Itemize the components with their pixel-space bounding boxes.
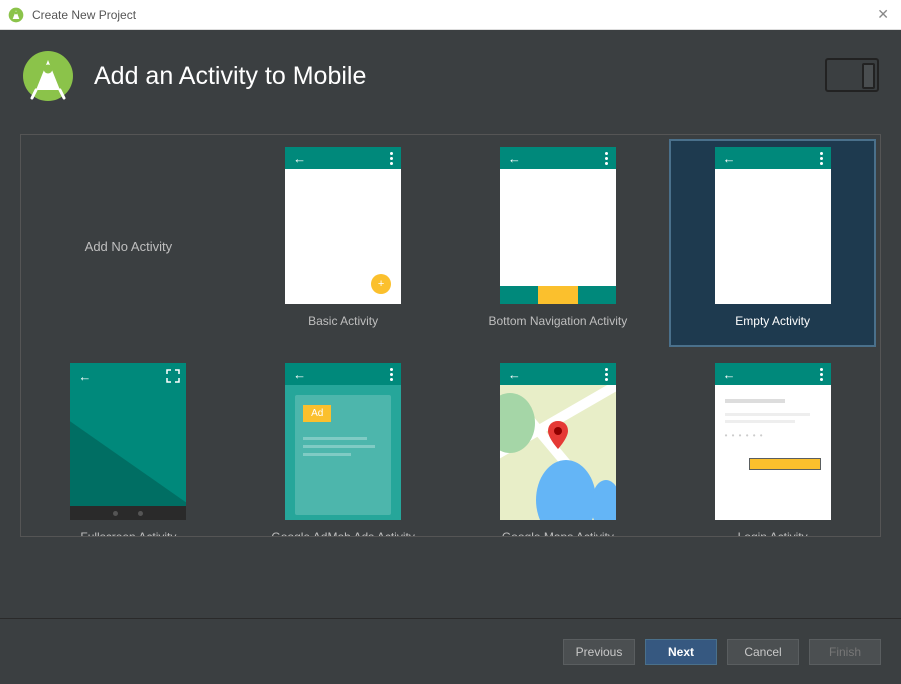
android-studio-logo-icon xyxy=(22,50,74,102)
template-empty-activity[interactable]: ← Empty Activity xyxy=(669,139,876,347)
back-arrow-icon: ← xyxy=(78,369,91,384)
template-label: Bottom Navigation Activity xyxy=(489,314,628,328)
template-bottom-navigation-activity[interactable]: ← Bottom Navigation Activity xyxy=(455,139,662,347)
cancel-button[interactable]: Cancel xyxy=(727,639,799,665)
next-button[interactable]: Next xyxy=(645,639,717,665)
ad-badge: Ad xyxy=(303,405,331,422)
template-label: Fullscreen Activity xyxy=(80,530,176,536)
login-button-preview xyxy=(749,458,821,470)
page-title: Add an Activity to Mobile xyxy=(94,62,366,91)
back-arrow-icon: ← xyxy=(293,367,306,382)
template-label: Login Activity xyxy=(738,530,808,536)
template-add-no-activity[interactable]: Add No Activity xyxy=(25,139,232,347)
back-arrow-icon: ← xyxy=(508,151,521,166)
template-maps-activity[interactable]: ← Google Maps Activity xyxy=(455,355,662,536)
template-thumb: ← xyxy=(500,147,616,304)
map-pin-icon xyxy=(548,421,568,449)
back-arrow-icon: ← xyxy=(508,367,521,382)
more-icon xyxy=(605,152,608,165)
fullscreen-icon xyxy=(166,369,180,383)
template-thumb: ← xyxy=(500,363,616,520)
more-icon xyxy=(390,368,393,381)
template-label: Basic Activity xyxy=(308,314,378,328)
back-arrow-icon: ← xyxy=(723,367,736,382)
android-studio-icon xyxy=(8,7,24,23)
template-thumb: ← + xyxy=(285,147,401,304)
template-label: Google Maps Activity xyxy=(502,530,614,536)
previous-button[interactable]: Previous xyxy=(563,639,635,665)
back-arrow-icon: ← xyxy=(293,151,306,166)
window-title: Create New Project xyxy=(32,8,136,22)
device-icon xyxy=(825,58,879,94)
template-label: Google AdMob Ads Activity xyxy=(271,530,414,536)
template-basic-activity[interactable]: ← + Basic Activity xyxy=(240,139,447,347)
wizard-header: Add an Activity to Mobile xyxy=(0,30,901,122)
more-icon xyxy=(820,152,823,165)
template-gallery-frame: Add No Activity ← + Basic Activity ← Bot… xyxy=(20,134,881,537)
back-arrow-icon: ← xyxy=(723,151,736,166)
template-thumb: ← • • • • • • xyxy=(715,363,831,520)
fab-icon: + xyxy=(371,274,391,294)
wizard-footer: Previous Next Cancel Finish xyxy=(0,618,901,684)
more-icon xyxy=(390,152,393,165)
template-fullscreen-activity[interactable]: ← Fullscreen Activity xyxy=(25,355,232,536)
template-login-activity[interactable]: ← • • • • • • Login Activity xyxy=(669,355,876,536)
more-icon xyxy=(605,368,608,381)
template-thumb: ← Ad xyxy=(285,363,401,520)
close-icon[interactable]: ✕ xyxy=(877,6,889,23)
template-label: Empty Activity xyxy=(735,314,810,328)
finish-button: Finish xyxy=(809,639,881,665)
template-label: Add No Activity xyxy=(85,239,172,254)
template-thumb: ← xyxy=(715,147,831,304)
template-admob-activity[interactable]: ← Ad Google AdMob Ads Activity xyxy=(240,355,447,536)
content-area: Add No Activity ← + Basic Activity ← Bot… xyxy=(0,122,901,618)
template-gallery[interactable]: Add No Activity ← + Basic Activity ← Bot… xyxy=(21,135,880,536)
title-bar: Create New Project ✕ xyxy=(0,0,901,30)
template-thumb: ← xyxy=(70,363,186,520)
more-icon xyxy=(820,368,823,381)
